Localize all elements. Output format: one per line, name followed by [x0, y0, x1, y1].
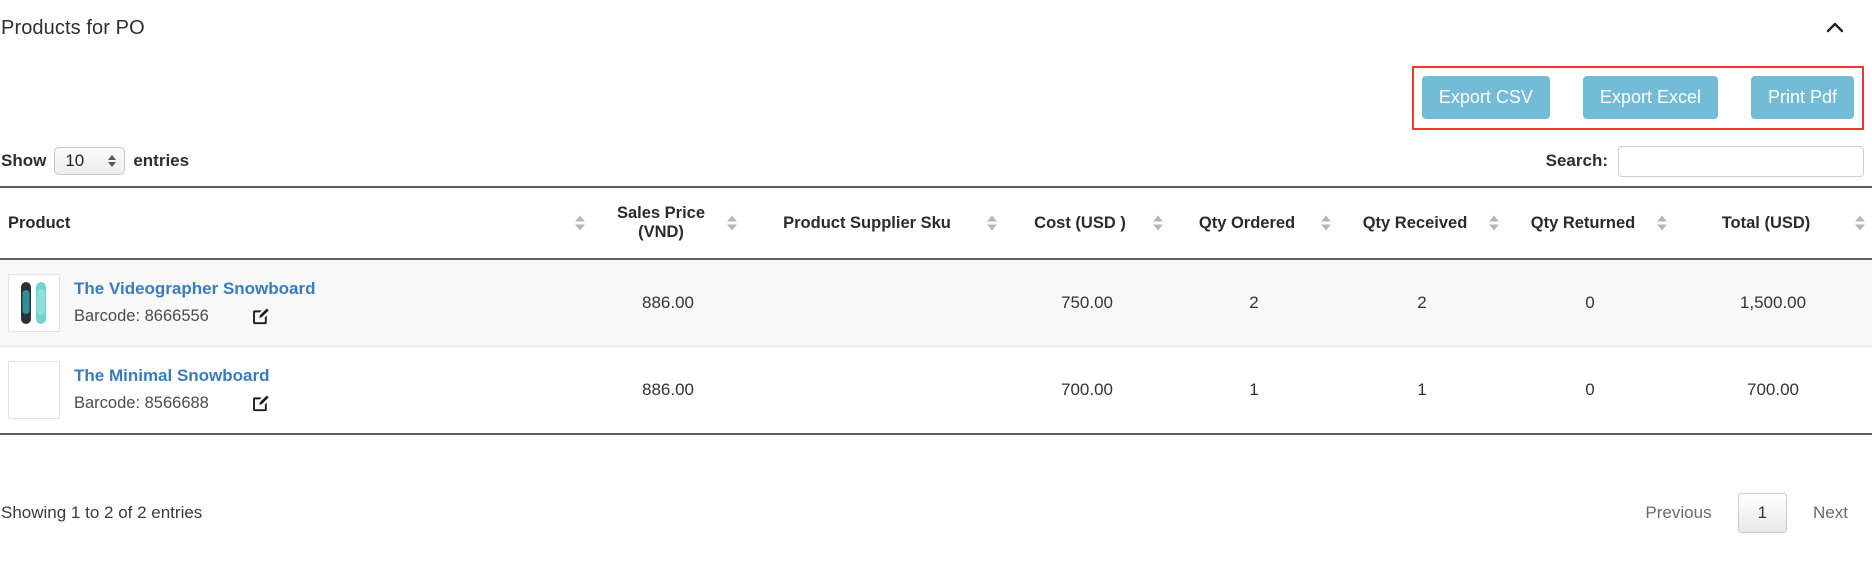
cell-sales-price: 886.00 — [592, 259, 744, 347]
edit-barcode-icon[interactable] — [251, 307, 270, 326]
column-label: Qty Ordered — [1198, 213, 1296, 232]
cell-qty-ordered: 2 — [1170, 259, 1338, 347]
products-table-wrapper: Product Sales Price (VND) Product Suppli… — [0, 186, 1872, 435]
column-label: Product — [8, 213, 71, 232]
column-header-total-usd[interactable]: Total (USD) — [1674, 186, 1872, 260]
product-info: The Minimal Snowboard Barcode: 8566688 — [74, 366, 270, 413]
entries-select-wrapper: 10 25 50 100 — [54, 147, 126, 175]
entries-length-control: Show 10 25 50 100 entries — [0, 147, 189, 175]
column-header-product[interactable]: Product — [0, 186, 592, 260]
panel-header: Products for PO — [0, 0, 1872, 56]
column-label: Cost (USD ) — [1034, 213, 1126, 232]
sort-arrows-icon — [1153, 215, 1163, 231]
table-body: The Videographer Snowboard Barcode: 8666… — [0, 259, 1872, 435]
cell-supplier-sku — [744, 346, 1004, 435]
barcode-row: Barcode: 8666556 — [74, 307, 316, 326]
export-excel-button[interactable]: Export Excel — [1582, 76, 1718, 119]
table-info: Showing 1 to 2 of 2 entries — [1, 503, 203, 522]
edit-barcode-icon[interactable] — [251, 394, 270, 413]
column-header-cost-usd[interactable]: Cost (USD ) — [1004, 186, 1170, 260]
sort-arrows-icon — [1657, 215, 1667, 231]
barcode-row: Barcode: 8566688 — [74, 394, 270, 413]
sort-arrows-icon — [1855, 215, 1865, 231]
column-label: Qty Returned — [1530, 213, 1636, 232]
cell-supplier-sku — [744, 259, 1004, 347]
column-header-qty-ordered[interactable]: Qty Ordered — [1170, 186, 1338, 260]
pagination-page-1-button[interactable]: 1 — [1737, 493, 1788, 533]
cell-cost-usd: 750.00 — [1004, 259, 1170, 347]
sort-arrows-icon — [987, 215, 997, 231]
product-cell: The Videographer Snowboard Barcode: 8666… — [8, 274, 584, 332]
table-row: The Videographer Snowboard Barcode: 8666… — [0, 259, 1872, 347]
column-header-product-supplier-sku[interactable]: Product Supplier Sku — [744, 186, 1004, 260]
table-controls-row: Show 10 25 50 100 entries Search: — [0, 140, 1872, 182]
product-thumbnail — [8, 361, 60, 419]
barcode-text: Barcode: 8666556 — [74, 306, 209, 325]
entries-per-page-select[interactable]: 10 25 50 100 — [54, 147, 126, 175]
table-head: Product Sales Price (VND) Product Suppli… — [0, 186, 1872, 260]
product-name-link[interactable]: The Minimal Snowboard — [74, 366, 270, 386]
cell-qty-received: 2 — [1338, 259, 1506, 347]
cell-qty-returned: 0 — [1506, 259, 1674, 347]
cell-qty-received: 1 — [1338, 346, 1506, 435]
sort-arrows-icon — [1321, 215, 1331, 231]
column-label: Qty Received — [1362, 213, 1468, 232]
cell-qty-returned: 0 — [1506, 346, 1674, 435]
column-header-sales-price[interactable]: Sales Price (VND) — [592, 186, 744, 260]
cell-total-usd: 1,500.00 — [1674, 259, 1872, 347]
search-input[interactable] — [1618, 145, 1864, 177]
product-thumbnail — [8, 274, 60, 332]
chevron-up-icon — [1824, 17, 1846, 39]
page-title: Products for PO — [1, 16, 145, 39]
search-control: Search: — [1545, 145, 1864, 177]
column-header-qty-returned[interactable]: Qty Returned — [1506, 186, 1674, 260]
cell-total-usd: 700.00 — [1674, 346, 1872, 435]
table-footer: Showing 1 to 2 of 2 entries Previous 1 N… — [0, 488, 1872, 538]
search-label: Search: — [1545, 151, 1608, 170]
entries-label: entries — [133, 151, 190, 170]
sort-arrows-icon — [575, 215, 585, 231]
column-label-line2: (VND) — [638, 223, 684, 241]
column-label-line1: Sales Price — [616, 204, 706, 222]
pagination-next-button[interactable]: Next — [1797, 494, 1864, 532]
pagination: Previous 1 Next — [1629, 493, 1864, 533]
sort-arrows-icon — [727, 215, 737, 231]
sort-arrows-icon — [1489, 215, 1499, 231]
table-header-row: Product Sales Price (VND) Product Suppli… — [0, 186, 1872, 260]
print-pdf-button[interactable]: Print Pdf — [1750, 76, 1854, 119]
column-label: Total (USD) — [1721, 213, 1811, 232]
product-name-link[interactable]: The Videographer Snowboard — [74, 279, 316, 299]
table-row: The Minimal Snowboard Barcode: 8566688 8… — [0, 346, 1872, 435]
collapse-panel-button[interactable] — [1816, 9, 1854, 47]
products-for-po-panel: Products for PO Export CSV Export Excel … — [0, 0, 1872, 562]
column-label: Product Supplier Sku — [783, 213, 951, 232]
products-table: Product Sales Price (VND) Product Suppli… — [0, 186, 1872, 435]
export-csv-button[interactable]: Export CSV — [1421, 76, 1550, 119]
column-header-qty-received[interactable]: Qty Received — [1338, 186, 1506, 260]
cell-cost-usd: 700.00 — [1004, 346, 1170, 435]
cell-product: The Videographer Snowboard Barcode: 8666… — [0, 259, 592, 347]
cell-qty-ordered: 1 — [1170, 346, 1338, 435]
product-info: The Videographer Snowboard Barcode: 8666… — [74, 279, 316, 326]
show-label: Show — [1, 151, 47, 170]
export-buttons-group: Export CSV Export Excel Print Pdf — [1411, 66, 1864, 130]
pagination-previous-button[interactable]: Previous — [1629, 494, 1727, 532]
product-cell: The Minimal Snowboard Barcode: 8566688 — [8, 361, 584, 419]
cell-sales-price: 886.00 — [592, 346, 744, 435]
cell-product: The Minimal Snowboard Barcode: 8566688 — [0, 346, 592, 435]
barcode-text: Barcode: 8566688 — [74, 393, 209, 412]
